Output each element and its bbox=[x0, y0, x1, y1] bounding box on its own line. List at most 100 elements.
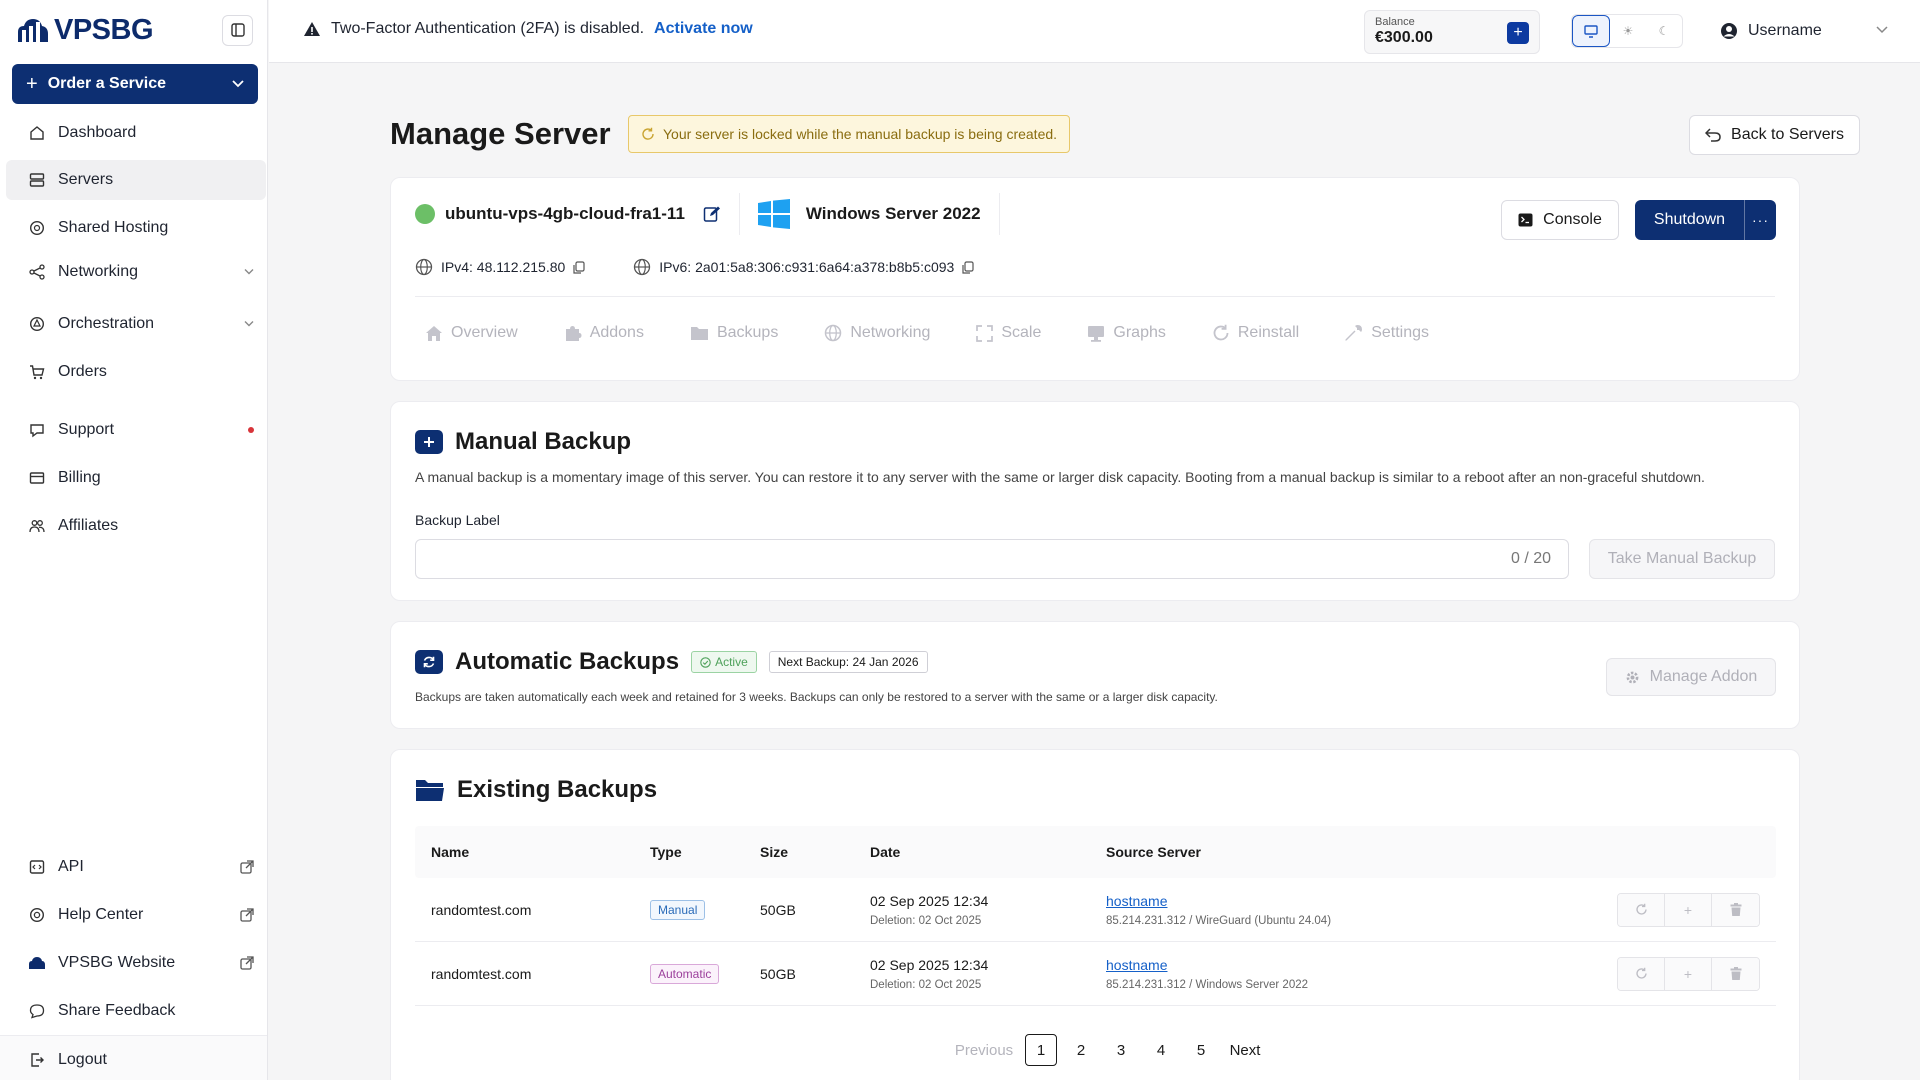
tab-backups[interactable]: Backups bbox=[690, 324, 778, 342]
pagination-page-5[interactable]: 5 bbox=[1181, 1034, 1221, 1066]
theme-light-button[interactable]: ☀ bbox=[1610, 15, 1646, 47]
sidebar-item-support[interactable]: Support bbox=[6, 410, 266, 450]
tab-settings[interactable]: Settings bbox=[1345, 324, 1429, 342]
sidebar-item-shared-hosting[interactable]: Shared Hosting bbox=[6, 208, 266, 248]
column-header-size: Size bbox=[760, 844, 789, 860]
next-backup-badge: Next Backup: 24 Jan 2026 bbox=[768, 651, 928, 673]
tab-reinstall[interactable]: Reinstall bbox=[1212, 324, 1299, 342]
shutdown-button[interactable]: Shutdown bbox=[1635, 211, 1744, 229]
user-avatar-icon bbox=[1721, 23, 1737, 39]
puzzle-icon bbox=[565, 326, 582, 341]
sidebar-item-label: VPSBG Website bbox=[58, 954, 176, 971]
source-server-link[interactable]: hostname bbox=[1106, 957, 1606, 973]
pagination-page-4[interactable]: 4 bbox=[1141, 1034, 1181, 1066]
feedback-icon bbox=[28, 1002, 46, 1020]
source-server-link[interactable]: hostname bbox=[1106, 893, 1606, 909]
server-addresses: IPv4: 48.112.215.80 IPv6: 2a01:5a8:306:c… bbox=[415, 258, 974, 276]
sidebar-item-label: API bbox=[58, 858, 84, 875]
backup-label-input[interactable] bbox=[415, 539, 1569, 579]
restore-button[interactable] bbox=[1618, 957, 1665, 990]
pagination-page-3[interactable]: 3 bbox=[1101, 1034, 1141, 1066]
notification-dot bbox=[248, 427, 254, 433]
folder-icon bbox=[690, 327, 708, 340]
table-row: randomtest.com Manual 50GB 02 Sep 2025 1… bbox=[415, 878, 1776, 942]
create-server-button[interactable]: + bbox=[1665, 893, 1712, 926]
create-server-button[interactable]: + bbox=[1665, 957, 1712, 990]
activate-2fa-link[interactable]: Activate now bbox=[654, 20, 753, 38]
more-actions-button[interactable]: ··· bbox=[1744, 200, 1776, 240]
globe-icon bbox=[825, 324, 842, 342]
home-icon bbox=[426, 325, 442, 341]
sidebar-item-networking[interactable]: Networking bbox=[6, 252, 266, 292]
brand-name: VPSBG bbox=[54, 13, 154, 46]
console-button[interactable]: Console bbox=[1501, 200, 1619, 240]
sidebar: VPSBG + Order a Service Dashboard Server… bbox=[0, 0, 268, 1080]
sidebar-item-affiliates[interactable]: Affiliates bbox=[6, 506, 266, 546]
copy-icon[interactable] bbox=[573, 260, 585, 274]
tab-graphs[interactable]: Graphs bbox=[1087, 324, 1166, 342]
sidebar-item-dashboard[interactable]: Dashboard bbox=[6, 113, 266, 153]
home-icon bbox=[28, 124, 46, 142]
sidebar-item-label: Servers bbox=[58, 171, 114, 188]
tab-overview[interactable]: Overview bbox=[425, 324, 518, 342]
sidebar-item-vpsbg-website[interactable]: VPSBG Website bbox=[6, 943, 266, 983]
chevron-down-icon[interactable] bbox=[1876, 26, 1888, 34]
theme-system-button[interactable] bbox=[1572, 15, 1610, 47]
backups-table: Name Type Size Date Source Server random… bbox=[415, 826, 1776, 1006]
delete-button[interactable] bbox=[1712, 893, 1759, 926]
pagination-page-2[interactable]: 2 bbox=[1061, 1034, 1101, 1066]
backup-date-cell: 02 Sep 2025 12:34 Deletion: 02 Oct 2025 bbox=[870, 957, 1106, 991]
add-funds-button[interactable]: + bbox=[1507, 22, 1529, 44]
sidebar-item-label: Shared Hosting bbox=[58, 219, 169, 236]
top-bar: Two-Factor Authentication (2FA) is disab… bbox=[269, 0, 1920, 63]
backup-type-badge: Manual bbox=[650, 899, 706, 920]
sidebar-collapse-button[interactable] bbox=[222, 14, 253, 46]
delete-button[interactable] bbox=[1712, 957, 1759, 990]
server-card: ubuntu-vps-4gb-cloud-fra1-11 Windows Ser… bbox=[390, 177, 1800, 381]
order-service-button[interactable]: + Order a Service bbox=[12, 64, 258, 104]
tab-scale[interactable]: Scale bbox=[976, 324, 1041, 342]
user-menu[interactable]: Username bbox=[1720, 22, 1822, 40]
pagination-page-1[interactable]: 1 bbox=[1025, 1034, 1057, 1066]
sidebar-item-api[interactable]: API bbox=[6, 847, 266, 887]
sidebar-item-help-center[interactable]: Help Center bbox=[6, 895, 266, 935]
edit-icon[interactable] bbox=[703, 205, 721, 223]
back-to-servers-button[interactable]: Back to Servers bbox=[1689, 115, 1860, 155]
sidebar-item-orders[interactable]: Orders bbox=[6, 352, 266, 392]
plus-icon: + bbox=[1683, 965, 1693, 982]
backup-name: randomtest.com bbox=[431, 965, 532, 982]
back-to-servers-label: Back to Servers bbox=[1731, 126, 1844, 143]
folder-open-icon bbox=[416, 780, 444, 801]
take-manual-backup-button[interactable]: Take Manual Backup bbox=[1589, 539, 1775, 579]
backup-deletion-date: Deletion: 02 Oct 2025 bbox=[870, 978, 982, 991]
sidebar-item-label: Dashboard bbox=[58, 124, 137, 141]
theme-dark-button[interactable]: ☾ bbox=[1646, 15, 1682, 47]
tab-label: Networking bbox=[850, 324, 931, 341]
sidebar-item-share-feedback[interactable]: Share Feedback bbox=[6, 991, 266, 1031]
globe-icon bbox=[634, 258, 651, 276]
manage-addon-button[interactable]: Manage Addon bbox=[1606, 658, 1776, 696]
column-header-source-server: Source Server bbox=[1106, 844, 1201, 860]
sidebar-item-servers[interactable]: Servers bbox=[6, 160, 266, 200]
orchestration-icon bbox=[28, 315, 46, 333]
table-header: Name Type Size Date Source Server bbox=[415, 826, 1776, 878]
status-badge: Active bbox=[691, 651, 757, 673]
brand-logo[interactable]: VPSBG bbox=[14, 13, 154, 47]
refresh-icon bbox=[642, 127, 654, 140]
pagination-previous[interactable]: Previous bbox=[947, 1034, 1021, 1066]
chevron-down-icon bbox=[244, 269, 254, 275]
row-actions: + bbox=[1606, 892, 1776, 927]
pagination-next[interactable]: Next bbox=[1221, 1034, 1269, 1066]
shared-hosting-icon bbox=[28, 219, 46, 237]
tab-addons[interactable]: Addons bbox=[564, 324, 644, 342]
gear-icon bbox=[1626, 671, 1639, 683]
trash-icon bbox=[1730, 967, 1741, 980]
copy-icon[interactable] bbox=[962, 260, 974, 274]
sidebar-item-label: Orchestration bbox=[58, 315, 155, 332]
sidebar-item-orchestration[interactable]: Orchestration bbox=[6, 304, 266, 344]
sidebar-item-billing[interactable]: Billing bbox=[6, 458, 266, 498]
tab-networking[interactable]: Networking bbox=[824, 324, 930, 342]
sidebar-item-logout[interactable]: Logout bbox=[6, 1040, 266, 1080]
divider bbox=[738, 193, 740, 235]
restore-button[interactable] bbox=[1618, 893, 1665, 926]
